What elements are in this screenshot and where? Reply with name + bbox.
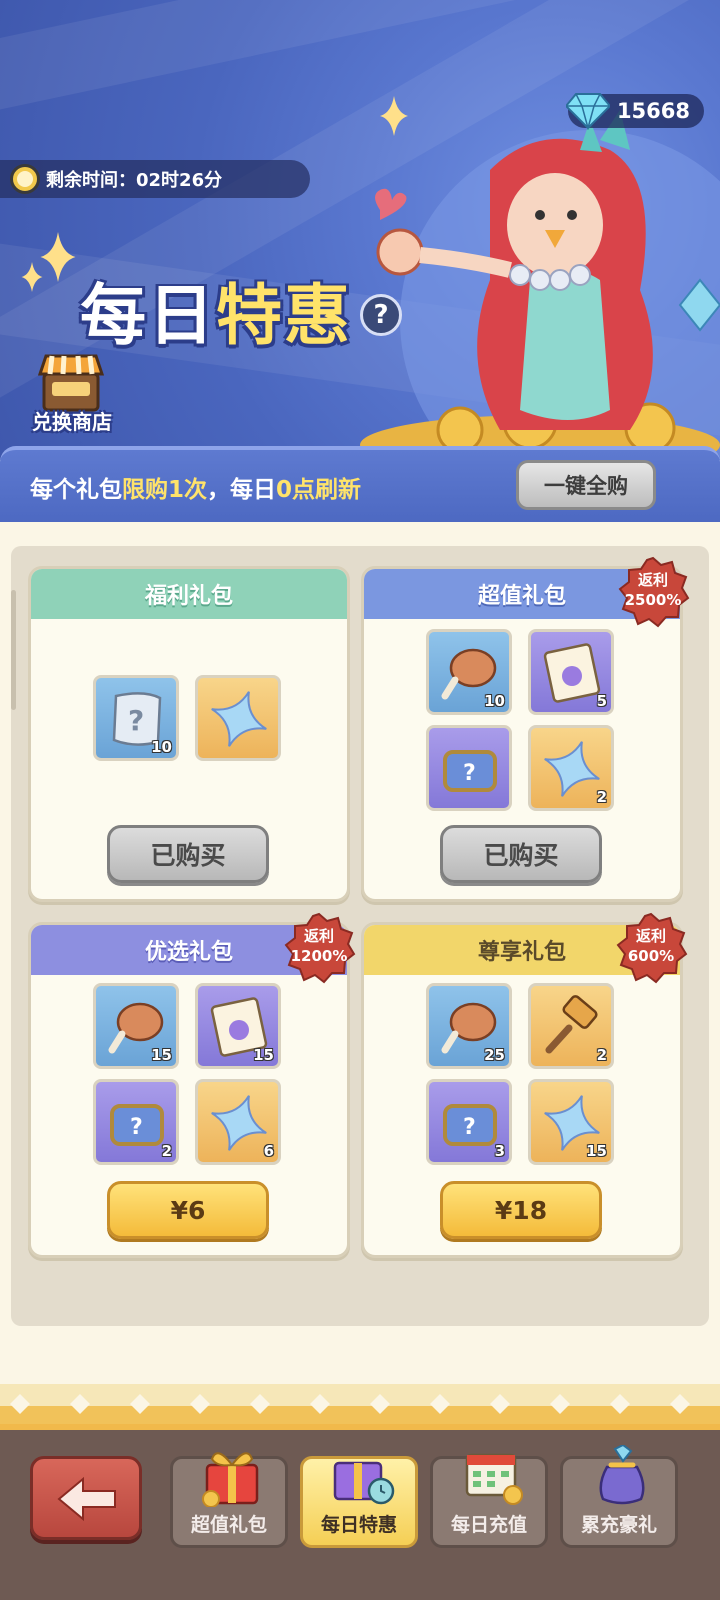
notice-part: 每个礼包 (30, 477, 122, 503)
rebate-badge: 返利 600% (614, 912, 688, 986)
nav-tab-daily-deal[interactable]: 每日特惠 (300, 1456, 418, 1548)
item-quantity: 2 (596, 788, 607, 806)
item-slot[interactable]: 10 (426, 629, 512, 715)
integral-ticket-icon (543, 643, 601, 703)
star-crystal-icon (544, 741, 600, 797)
item-slot[interactable]: 15 (195, 983, 281, 1069)
diamond-icon (566, 93, 610, 130)
badge-line: 1200% (290, 947, 348, 965)
item-slot[interactable]: 2 (528, 983, 614, 1069)
remaining-time: 剩余时间：02时26分 (0, 160, 310, 198)
treasure-bag-icon (599, 1445, 645, 1505)
sparkle-icon (380, 96, 408, 136)
item-quantity: 25 (484, 1046, 505, 1064)
nav-tab-cumulative-recharge[interactable]: 累充豪礼 (560, 1445, 678, 1548)
badge-line: 返利 (637, 571, 668, 589)
item-quantity: 15 (253, 1046, 274, 1064)
item-quantity: 3 (494, 1142, 505, 1160)
purchased-button[interactable]: 已购买 (107, 825, 269, 883)
page-title: 每日特惠 (80, 262, 352, 358)
item-slot[interactable] (195, 675, 281, 761)
svg-text:?: ? (130, 1115, 143, 1140)
exchange-shop-label[interactable]: 兑换商店 (22, 406, 122, 435)
nav-tab-daily-recharge[interactable]: 每日充值 (430, 1453, 548, 1548)
nav-tab-label: 超值礼包 (190, 1514, 267, 1536)
item-slot[interactable]: 15 (93, 983, 179, 1069)
item-slot[interactable]: ? 2 (93, 1079, 179, 1165)
shop-stall-icon[interactable] (38, 352, 104, 414)
svg-text:?: ? (463, 761, 476, 786)
svg-text:?: ? (128, 704, 144, 737)
svg-text:?: ? (463, 1115, 476, 1140)
item-slot[interactable]: 5 (528, 629, 614, 715)
calendar-coins-icon (465, 1453, 523, 1505)
scrollbar[interactable] (11, 590, 16, 710)
nav-tab-label: 每日充值 (450, 1514, 527, 1536)
item-slot[interactable]: ? 3 (426, 1079, 512, 1165)
rebate-badge: 返利 2500% (616, 556, 690, 630)
sparkle-icon (21, 262, 43, 292)
back-button[interactable] (30, 1456, 142, 1540)
hammer-icon (545, 995, 598, 1054)
mermaid-character-illustration (360, 110, 720, 460)
mystery-chest-icon: ? (443, 750, 497, 792)
mystery-chest-icon: ? (443, 1104, 497, 1146)
item-quantity: 6 (263, 1142, 274, 1160)
item-slot[interactable]: 15 (528, 1079, 614, 1165)
notice-part-highlight: 限购1次 (122, 477, 208, 503)
badge-text: 返利 2500% (616, 570, 690, 610)
star-crystal-icon (211, 691, 267, 747)
purchased-button[interactable]: 已购买 (440, 825, 602, 883)
gift-box-icon (202, 1452, 259, 1507)
price-button[interactable]: ¥6 (107, 1181, 269, 1239)
item-slot[interactable]: ? (426, 725, 512, 811)
badge-line: 返利 (635, 927, 666, 945)
nav-tab-value-pack[interactable]: 超值礼包 (170, 1452, 288, 1548)
item-quantity: 5 (596, 692, 607, 710)
buy-all-button[interactable]: 一键全购 (516, 460, 656, 510)
help-icon[interactable]: ? (360, 294, 402, 336)
purchase-limit-text: 每个礼包限购1次，每日0点刷新 (30, 470, 361, 504)
item-quantity: 15 (151, 1046, 172, 1064)
timed-gift-icon (333, 1461, 395, 1505)
badge-line: 600% (627, 947, 675, 965)
notice-part-highlight: 0点刷新 (276, 477, 362, 503)
rebate-badge: 返利 1200% (282, 912, 356, 986)
badge-text: 返利 600% (614, 926, 688, 966)
item-slot[interactable]: 6 (195, 1079, 281, 1165)
notice-part: ，每日 (207, 477, 277, 503)
badge-line: 2500% (624, 591, 682, 609)
item-quantity: 2 (596, 1046, 607, 1064)
title-part-1: 每日 (80, 277, 216, 354)
title-part-2: 特惠 (216, 277, 352, 354)
badge-line: 返利 (303, 927, 334, 945)
purchase-notice-bar: 每个礼包限购1次，每日0点刷新 一键全购 (0, 446, 720, 522)
pack-title: 福利礼包 (31, 569, 347, 619)
nav-tab-label: 累充豪礼 (580, 1514, 657, 1536)
item-quantity: 2 (161, 1142, 172, 1160)
mystery-chest-icon: ? (110, 1104, 164, 1146)
hero-banner: 剩余时间：02时26分 每日特惠 ? 兑换商店 (0, 0, 720, 460)
item-slot[interactable]: 2 (528, 725, 614, 811)
item-quantity: 10 (151, 738, 172, 756)
pack-card-welfare: 福利礼包 ? 10 已购买 (28, 566, 350, 902)
clock-icon (10, 164, 40, 194)
item-quantity: 10 (484, 692, 505, 710)
nav-tab-label: 每日特惠 (320, 1514, 397, 1536)
item-slot[interactable]: ? 10 (93, 675, 179, 761)
item-slot[interactable]: 25 (426, 983, 512, 1069)
price-button[interactable]: ¥18 (440, 1181, 602, 1239)
badge-text: 返利 1200% (282, 926, 356, 966)
star-crystal-icon (211, 1095, 267, 1151)
item-quantity: 15 (586, 1142, 607, 1160)
back-arrow-icon (57, 1476, 116, 1522)
